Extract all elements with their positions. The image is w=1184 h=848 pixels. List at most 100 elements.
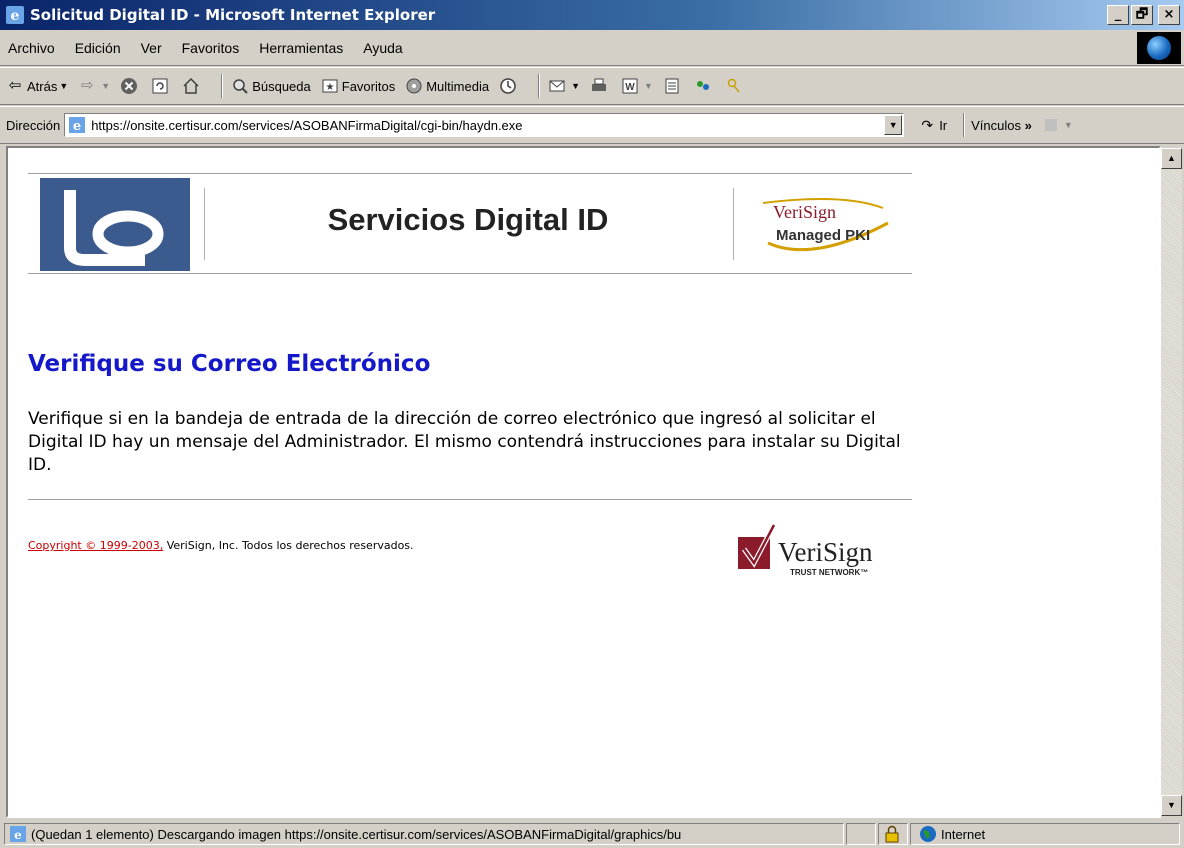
verisign-managed-pki-logo: VeriSign Managed PKI	[762, 198, 889, 252]
back-arrow-icon: ⇦	[8, 77, 22, 94]
search-label: Búsqueda	[252, 78, 311, 94]
menu-ver[interactable]: Ver	[141, 40, 162, 56]
menu-ayuda[interactable]: Ayuda	[363, 40, 402, 56]
minimize-button[interactable]: _	[1107, 5, 1129, 25]
svg-text:VeriSign: VeriSign	[778, 537, 873, 567]
page-content: Servicios Digital ID VeriSign Managed PK…	[6, 146, 1161, 818]
title-bar[interactable]: e Solicitud Digital ID - Microsoft Inter…	[0, 0, 1184, 30]
go-label: Ir	[939, 117, 948, 133]
address-bar: Dirección e https://onsite.certisur.com/…	[0, 106, 1184, 144]
history-button[interactable]	[499, 77, 520, 95]
status-pane-empty	[846, 823, 876, 845]
links-dropdown-icon[interactable]: ▼	[1064, 120, 1073, 130]
links-button[interactable]: Vínculos »	[971, 118, 1032, 133]
svg-text:e: e	[11, 8, 20, 24]
messenger-button[interactable]	[694, 77, 715, 95]
footer-divider	[28, 499, 912, 500]
toolbar-separator	[538, 74, 541, 98]
svg-text:Managed PKI: Managed PKI	[776, 227, 870, 244]
status-pane-lock	[878, 823, 908, 845]
standard-toolbar: ⇦ Atrás ▼ ⇨ ▼ Búsqueda ★ Favoritos Multi…	[0, 67, 1184, 105]
internet-globe-icon	[920, 826, 936, 842]
links-separator	[963, 113, 966, 137]
header-divider-right	[733, 188, 734, 260]
svg-text:★: ★	[325, 82, 334, 93]
status-zone: Internet	[941, 826, 986, 842]
status-message-pane: e (Quedan 1 elemento) Descargando imagen…	[4, 823, 844, 845]
address-input[interactable]: e https://onsite.certisur.com/services/A…	[64, 113, 905, 137]
ie-page-icon: e	[69, 117, 86, 134]
go-arrow-icon: ↷	[921, 117, 934, 133]
close-button[interactable]: ×	[1158, 5, 1180, 25]
key-icon	[727, 78, 740, 93]
media-button[interactable]: Multimedia	[405, 77, 489, 95]
menu-archivo[interactable]: Archivo	[8, 40, 55, 56]
favorites-label: Favoritos	[341, 78, 396, 94]
history-icon	[500, 78, 516, 94]
mail-icon	[549, 80, 565, 92]
mail-button[interactable]: ▼	[548, 77, 580, 95]
mail-dropdown-icon[interactable]: ▼	[571, 81, 580, 91]
svg-text:VeriSign: VeriSign	[773, 202, 836, 222]
go-button[interactable]: ↷ Ir	[918, 116, 947, 134]
page-heading: Verifique su Correo Electrónico	[28, 351, 431, 377]
home-button[interactable]	[182, 77, 203, 95]
favorites-button[interactable]: ★ Favoritos	[321, 77, 395, 95]
edit-dropdown-icon[interactable]: ▼	[644, 81, 653, 91]
maximize-button[interactable]: 🗗	[1131, 5, 1153, 25]
favorites-star-icon: ★	[322, 79, 338, 93]
word-edit-icon: W	[622, 78, 638, 94]
scroll-up-icon[interactable]: ▲	[1161, 148, 1182, 169]
forward-dropdown-icon[interactable]: ▼	[101, 81, 110, 91]
svg-text:e: e	[73, 119, 81, 134]
status-bar: e (Quedan 1 elemento) Descargando imagen…	[0, 820, 1184, 848]
key-button[interactable]	[725, 77, 746, 95]
menu-favoritos[interactable]: Favoritos	[182, 40, 240, 56]
forward-button[interactable]: ⇨ ▼	[78, 77, 110, 95]
chevron-right-icon: »	[1024, 117, 1032, 133]
toolbar-separator	[221, 74, 224, 98]
forward-arrow-icon: ⇨	[80, 77, 94, 94]
address-label: Dirección	[6, 117, 61, 133]
discuss-icon	[665, 78, 679, 94]
search-button[interactable]: Búsqueda	[231, 77, 311, 95]
messenger-icon	[696, 81, 709, 90]
svg-text:e: e	[14, 828, 22, 842]
print-button[interactable]	[590, 77, 611, 95]
back-button[interactable]: ⇦ Atrás ▼	[6, 77, 69, 95]
scroll-down-icon[interactable]: ▼	[1161, 795, 1182, 816]
print-icon	[592, 78, 606, 91]
stop-icon	[121, 78, 138, 94]
discuss-button[interactable]	[663, 77, 684, 95]
address-dropdown-icon[interactable]: ▼	[884, 115, 903, 135]
header-bottom-divider	[28, 273, 912, 274]
window-title: Solicitud Digital ID - Microsoft Interne…	[30, 6, 436, 24]
home-icon	[183, 77, 199, 94]
edit-button[interactable]: W ▼	[621, 77, 653, 95]
page-header-title: Servicios Digital ID	[327, 202, 609, 237]
vertical-scrollbar[interactable]: ▲ ▼	[1161, 148, 1182, 816]
stop-button[interactable]	[120, 77, 141, 95]
media-label: Multimedia	[426, 78, 490, 94]
ie-icon: e	[6, 6, 24, 24]
top-divider	[28, 173, 912, 174]
search-icon	[233, 79, 248, 94]
menu-bar: Archivo Edición Ver Favoritos Herramient…	[0, 30, 1184, 66]
status-zone-pane: Internet	[910, 823, 1180, 845]
instructions-text: Verifique si en la bandeja de entrada de…	[28, 409, 901, 475]
back-label: Atrás	[27, 78, 58, 94]
menu-edicion[interactable]: Edición	[75, 40, 121, 56]
copyright-text: VeriSign, Inc. Todos los derechos reserv…	[163, 539, 414, 552]
ie-page-icon: e	[10, 826, 26, 842]
back-dropdown-icon[interactable]: ▼	[59, 81, 68, 91]
status-message: (Quedan 1 elemento) Descargando imagen h…	[31, 826, 682, 842]
copyright-link[interactable]: Copyright © 1999-2003,	[28, 539, 163, 552]
refresh-button[interactable]	[151, 77, 172, 95]
media-icon	[406, 78, 422, 94]
globe-icon	[1147, 36, 1171, 60]
menu-herramientas[interactable]: Herramientas	[259, 40, 343, 56]
links-page-icon[interactable]	[1042, 116, 1060, 134]
header-divider-left	[204, 188, 205, 260]
throbber	[1137, 32, 1181, 64]
address-url: https://onsite.certisur.com/services/ASO…	[91, 117, 523, 133]
